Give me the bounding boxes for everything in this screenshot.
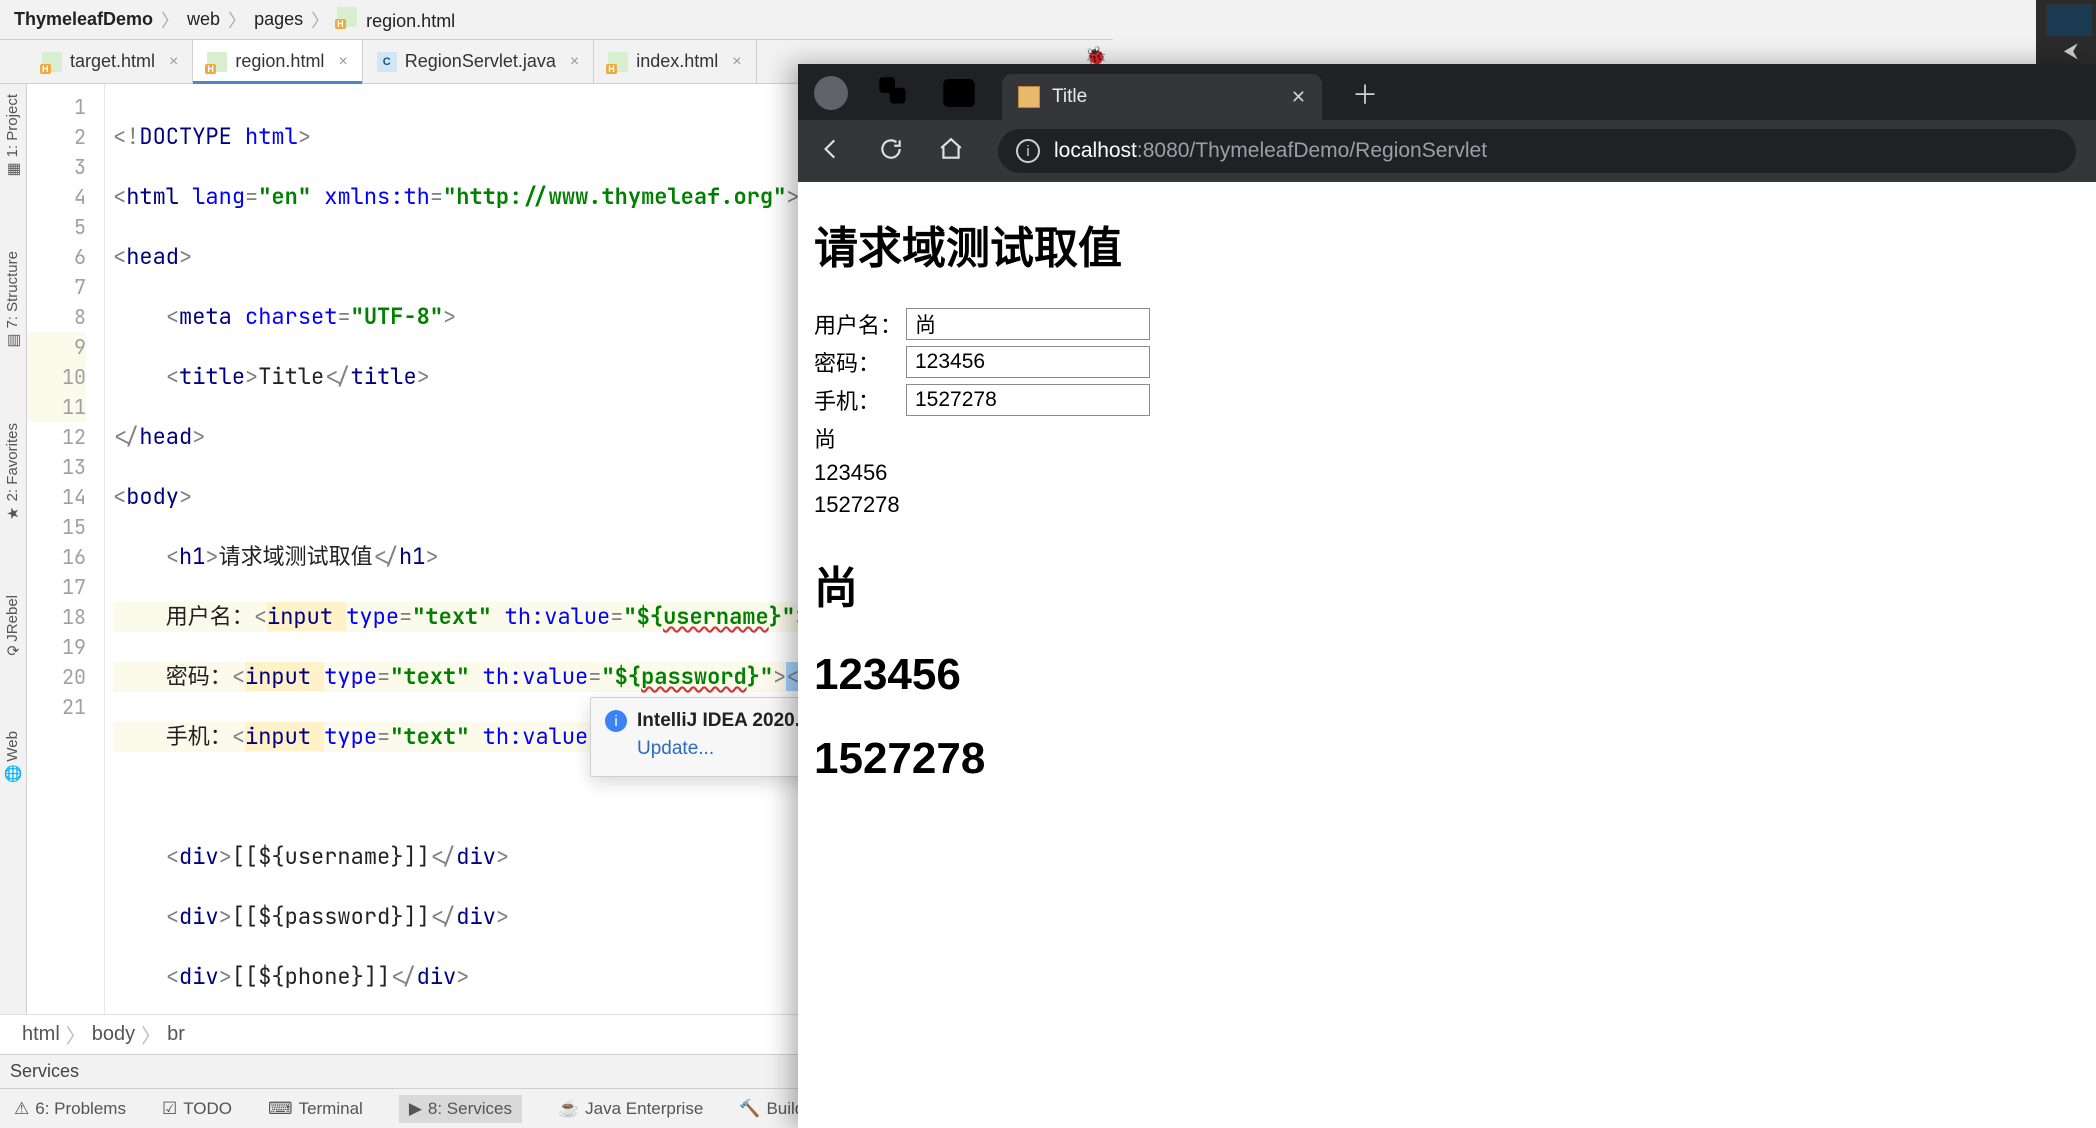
tool-services[interactable]: ▶ 8: Services <box>399 1095 522 1123</box>
chevron-right-icon: 〉 <box>66 1020 86 1049</box>
tool-todo[interactable]: ☑ TODO <box>162 1099 232 1119</box>
tool-project[interactable]: ▦1: Project <box>2 88 24 185</box>
tool-favorites[interactable]: ★2: Favorites <box>2 417 24 529</box>
close-icon[interactable]: × <box>570 53 579 71</box>
chevron-right-icon: 〉 <box>309 7 331 33</box>
editor-tab-index[interactable]: index.html × <box>594 40 756 83</box>
tab-label: target.html <box>70 51 155 72</box>
toast-update-link[interactable]: Update... <box>637 738 811 760</box>
new-tab-button[interactable]: ＋ <box>1344 75 1394 120</box>
big-phone: 1527278 <box>814 734 2080 784</box>
arrow-left-icon <box>818 136 844 162</box>
refresh-button[interactable] <box>878 136 904 167</box>
label-phone: 手机： <box>814 384 906 416</box>
close-icon[interactable]: × <box>732 53 741 71</box>
workspaces-icon <box>874 72 916 114</box>
toast-title: IntelliJ IDEA 2020.2 <box>637 710 811 732</box>
editor-tab-target[interactable]: target.html × <box>28 40 193 83</box>
html-file-icon <box>608 52 628 72</box>
chevron-right-icon: 〉 <box>159 7 181 33</box>
tool-terminal[interactable]: ⌨ Terminal <box>268 1099 363 1119</box>
split-button[interactable] <box>938 72 980 114</box>
browser-titlebar: Title ✕ ＋ <box>798 64 2096 120</box>
tab-label: index.html <box>636 51 718 72</box>
chevron-right-icon: 〉 <box>141 1020 161 1049</box>
profile-button[interactable] <box>810 72 852 114</box>
editor-tab-region[interactable]: region.html × <box>193 40 362 83</box>
browser-window: Title ✕ ＋ i localhost:8080/ThymeleafDemo… <box>798 64 2096 1128</box>
tab-label: region.html <box>235 51 324 72</box>
home-icon <box>938 136 964 162</box>
line-number-gutter[interactable]: 1234 5678 91011 12131415 16171819 2021 <box>27 84 105 1014</box>
plain-password: 123456 <box>814 460 2080 486</box>
form-row-phone: 手机： <box>814 384 2080 416</box>
tool-java-ee[interactable]: ☕ Java Enterprise <box>558 1099 703 1119</box>
browser-toolbar: i localhost:8080/ThymeleafDemo/RegionSer… <box>798 120 2096 182</box>
os-taskbar-fragment: ⮜ <box>2036 0 2096 64</box>
close-icon[interactable]: × <box>169 53 178 71</box>
home-button[interactable] <box>938 136 964 167</box>
breadcrumb-folder[interactable]: web <box>181 9 226 30</box>
breadcrumb-project[interactable]: ThymeleafDemo <box>8 9 159 30</box>
info-icon: i <box>605 710 627 732</box>
breadcrumb-file[interactable]: region.html <box>331 7 461 32</box>
plain-phone: 1527278 <box>814 492 2080 518</box>
input-password[interactable] <box>906 346 1150 378</box>
collapse-arrow-icon[interactable]: ⮜ <box>2064 40 2078 63</box>
tool-structure[interactable]: ▤7: Structure <box>2 245 24 357</box>
form-row-password: 密码： <box>814 346 2080 378</box>
favicon-icon <box>1018 86 1040 108</box>
tab-label: RegionServlet.java <box>405 51 556 72</box>
refresh-icon <box>878 136 904 162</box>
crumb-br[interactable]: br <box>167 1023 185 1046</box>
plain-username: 尚 <box>814 422 2080 454</box>
avatar-icon <box>814 76 848 110</box>
workspaces-button[interactable] <box>874 72 916 114</box>
left-tool-strip: ▦1: Project ▤7: Structure ★2: Favorites … <box>0 84 27 1014</box>
input-username[interactable] <box>906 308 1150 340</box>
page-heading: 请求域测试取值 <box>814 212 2080 276</box>
big-username: 尚 <box>814 552 2080 616</box>
html-file-icon <box>337 7 357 27</box>
back-button[interactable] <box>818 136 844 167</box>
breadcrumb-folder[interactable]: pages <box>248 9 309 30</box>
browser-tab[interactable]: Title ✕ <box>1002 74 1322 120</box>
editor-tab-servlet[interactable]: C RegionServlet.java × <box>363 40 594 83</box>
tool-build[interactable]: 🔨 Build <box>739 1099 804 1119</box>
crumb-body[interactable]: body <box>92 1023 135 1046</box>
label-password: 密码： <box>814 346 906 378</box>
label-username: 用户名： <box>814 308 906 340</box>
split-screen-icon <box>938 72 980 114</box>
html-file-icon <box>42 52 62 72</box>
java-file-icon: C <box>377 52 397 72</box>
crumb-html[interactable]: html <box>22 1023 60 1046</box>
tool-web[interactable]: 🌐Web <box>2 725 24 790</box>
tool-problems[interactable]: ⚠ 6: Problems <box>14 1099 126 1119</box>
input-phone[interactable] <box>906 384 1150 416</box>
close-icon[interactable]: ✕ <box>1291 87 1306 108</box>
html-file-icon <box>207 52 227 72</box>
address-bar[interactable]: i localhost:8080/ThymeleafDemo/RegionSer… <box>998 129 2076 173</box>
project-breadcrumb-bar: ThymeleafDemo 〉 web 〉 pages 〉 region.htm… <box>0 0 1113 40</box>
site-info-icon[interactable]: i <box>1016 139 1040 163</box>
window-thumbnail[interactable] <box>2046 4 2092 36</box>
status-services-label[interactable]: Services <box>10 1061 79 1082</box>
url-text: localhost:8080/ThymeleafDemo/RegionServl… <box>1054 139 1487 163</box>
chevron-right-icon: 〉 <box>226 7 248 33</box>
rendered-page: 请求域测试取值 用户名： 密码： 手机： 尚 123456 1527278 尚 … <box>798 182 2096 1128</box>
tool-jrebel[interactable]: ⟳JRebel <box>2 589 24 664</box>
form-row-username: 用户名： <box>814 308 2080 340</box>
big-password: 123456 <box>814 650 2080 700</box>
close-icon[interactable]: × <box>338 53 347 71</box>
tab-title: Title <box>1052 86 1279 108</box>
